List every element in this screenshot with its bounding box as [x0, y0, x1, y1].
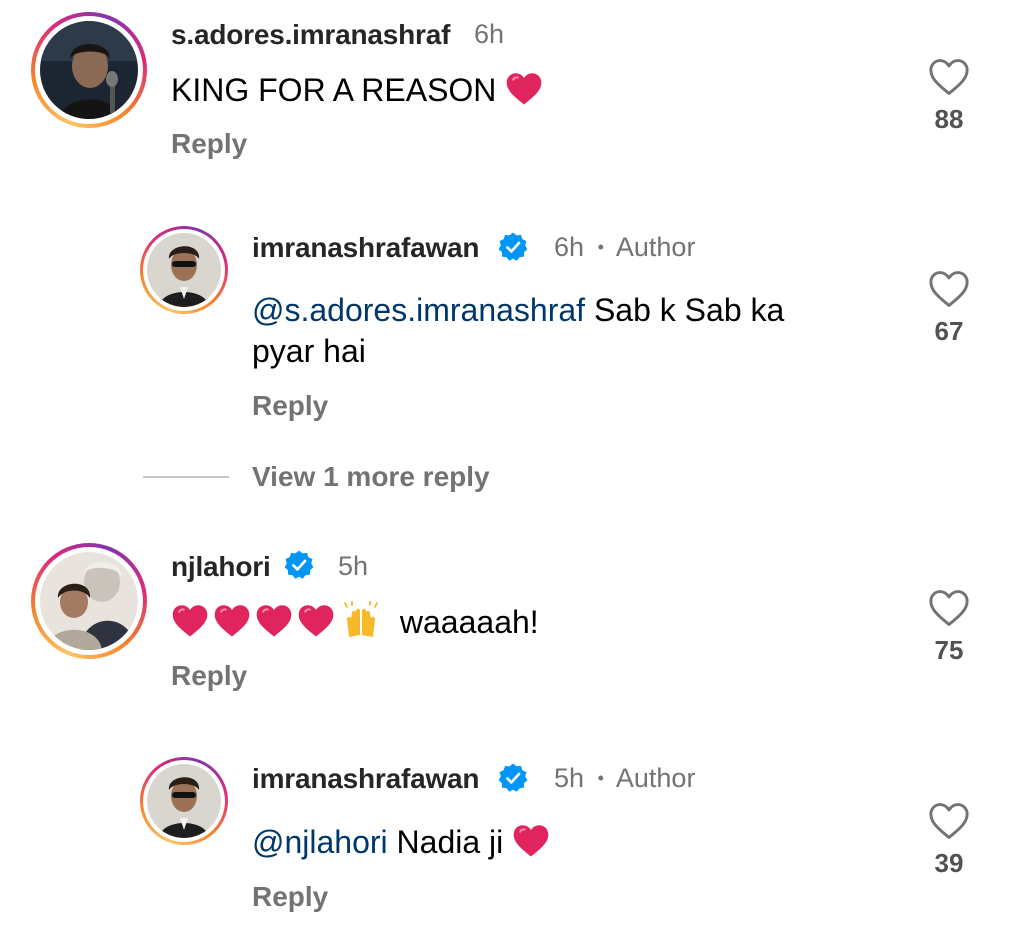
reply-text-content: Nadia ji [387, 824, 504, 860]
comment-text: KING FOR A REASON [171, 70, 543, 111]
heart-outline-icon[interactable] [928, 270, 970, 308]
heart-outline-icon[interactable] [928, 58, 970, 96]
avatar-photo [40, 21, 138, 119]
like-control: 39 [928, 802, 970, 879]
avatar[interactable] [140, 757, 228, 845]
avatar[interactable] [140, 226, 228, 314]
reply-username[interactable]: imranashrafawan [252, 232, 480, 264]
reply-button[interactable]: Reply [171, 128, 247, 160]
reply-text: @njlahori Nadia ji [252, 822, 550, 863]
mention-link[interactable]: @njlahori [252, 824, 388, 860]
profile-photo-image [147, 233, 221, 307]
avatar-photo [40, 552, 138, 650]
author-label: Author [615, 763, 696, 793]
profile-photo-image [40, 21, 138, 119]
comment-username[interactable]: njlahori [171, 551, 271, 583]
like-count: 75 [934, 635, 964, 665]
verified-badge-icon [497, 231, 529, 263]
reply-button[interactable]: Reply [252, 881, 328, 913]
comment-text-content: waaaaah! [399, 604, 539, 640]
red-heart-emoji [512, 824, 550, 858]
reply-button[interactable]: Reply [252, 390, 328, 422]
author-label: Author [615, 232, 696, 262]
like-count: 39 [934, 848, 964, 878]
separator-dot: • [597, 768, 604, 788]
red-heart-emoji [255, 604, 293, 638]
avatar-photo [147, 233, 221, 307]
reply-meta: 6h • Author [554, 232, 695, 263]
reply-meta: 5h • Author [554, 763, 695, 794]
reply-text: @s.adores.imranashraf Sab k Sab ka pyar … [252, 290, 784, 372]
heart-outline-icon[interactable] [928, 802, 970, 840]
like-control: 67 [928, 270, 970, 347]
raising-hands-emoji [344, 601, 378, 637]
avatar-photo [147, 764, 221, 838]
profile-photo-image [40, 552, 138, 650]
red-heart-emoji [213, 604, 251, 638]
view-more-divider [143, 476, 229, 478]
verified-badge-icon [283, 549, 315, 581]
comment-username[interactable]: s.adores.imranashraf [171, 19, 450, 51]
comment-time: 6h [474, 19, 505, 49]
reply-button[interactable]: Reply [171, 660, 247, 692]
avatar[interactable] [31, 12, 147, 128]
separator-dot: • [597, 237, 604, 257]
heart-outline-icon[interactable] [928, 589, 970, 627]
comment-time: 5h [338, 551, 369, 581]
verified-badge-icon [497, 762, 529, 794]
red-heart-emoji [171, 604, 209, 638]
reply-text-line1: Sab k Sab ka [585, 292, 785, 328]
like-control: 75 [928, 589, 970, 666]
mention-link[interactable]: @s.adores.imranashraf [252, 292, 585, 328]
reply-username[interactable]: imranashrafawan [252, 763, 480, 795]
profile-photo-image [147, 764, 221, 838]
like-count: 67 [934, 316, 964, 346]
reply-time: 6h [554, 232, 585, 262]
reply-time: 5h [554, 763, 585, 793]
avatar[interactable] [31, 543, 147, 659]
like-count: 88 [934, 104, 964, 134]
comment-text-content: KING FOR A REASON [171, 72, 497, 108]
reply-text-line2: pyar hai [252, 333, 366, 369]
view-more-replies-button[interactable]: View 1 more reply [252, 461, 490, 493]
like-control: 88 [928, 58, 970, 135]
red-heart-emoji [505, 72, 543, 106]
red-heart-emoji [297, 604, 335, 638]
comment-text: waaaaah! [171, 601, 539, 643]
